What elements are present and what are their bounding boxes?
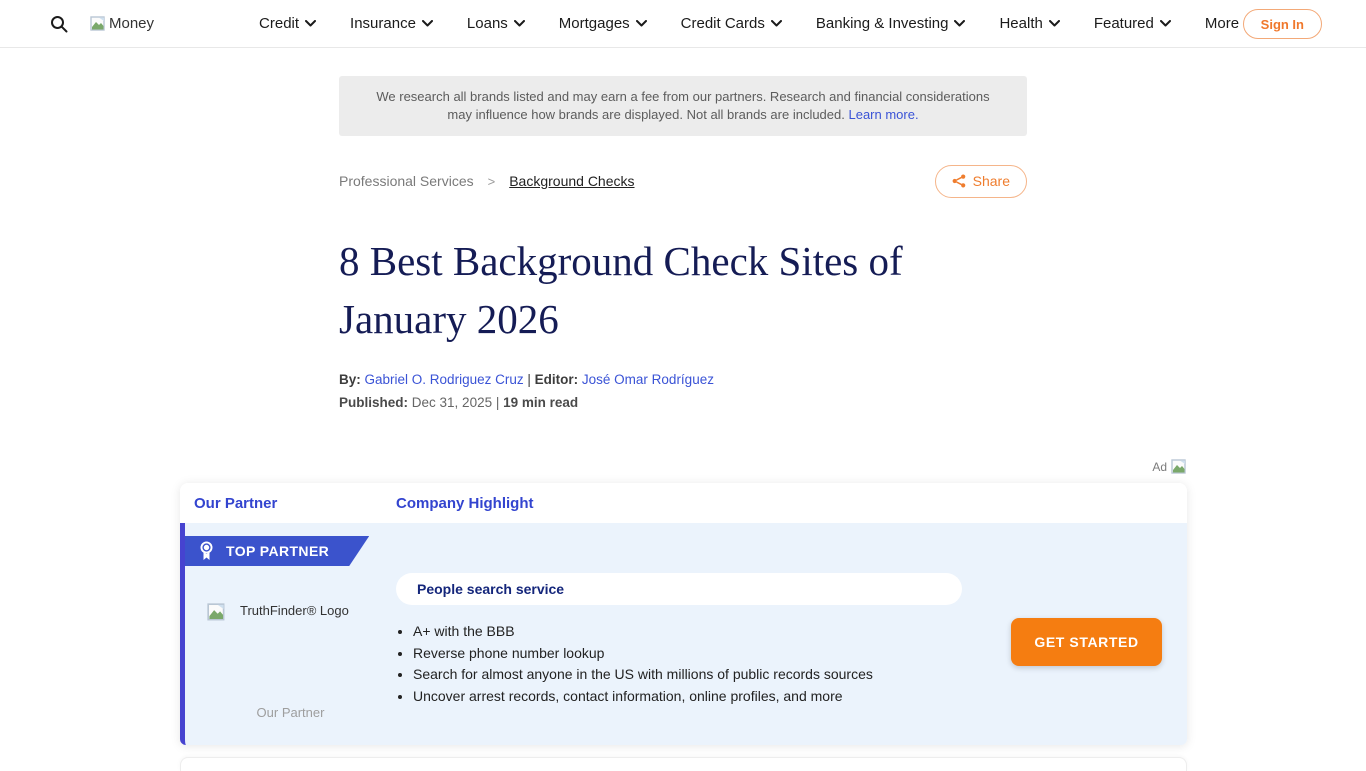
breadcrumb-row: Professional Services > Background Check… <box>339 164 1027 198</box>
partner-card-body: TOP PARTNER TruthFinder® Logo Our Partne… <box>180 523 1187 745</box>
search-icon <box>50 15 68 33</box>
nav-item-mortgages[interactable]: Mortgages <box>559 15 647 32</box>
highlight-bullet-list: A+ with the BBB Reverse phone number loo… <box>413 624 1063 710</box>
get-started-button[interactable]: GET STARTED <box>1011 618 1162 666</box>
our-partner-column-header: Our Partner <box>194 495 396 512</box>
nav-item-loans[interactable]: Loans <box>467 15 525 32</box>
company-highlight-column-header: Company Highlight <box>396 495 534 512</box>
nav-item-featured[interactable]: Featured <box>1094 15 1171 32</box>
partner-caption: Our Partner <box>185 705 396 720</box>
money-logo[interactable]: Money <box>90 15 154 32</box>
next-card-top-edge <box>180 757 1187 771</box>
breadcrumb-current[interactable]: Background Checks <box>509 173 634 189</box>
editor-link[interactable]: José Omar Rodríguez <box>582 372 714 387</box>
chevron-down-icon <box>771 20 782 27</box>
company-highlight-pill: People search service <box>396 573 962 605</box>
partner-logo[interactable]: TruthFinder® Logo <box>207 603 349 622</box>
partner-card: Our Partner Company Highlight TOP PARTNE… <box>180 483 1187 745</box>
highlight-bullet: Reverse phone number lookup <box>413 646 1063 661</box>
chevron-down-icon <box>514 20 525 27</box>
page-title: 8 Best Background Check Sites of January… <box>339 232 1039 348</box>
published-line: Published: Dec 31, 2025 | 19 min read <box>339 395 1027 410</box>
nav-item-credit[interactable]: Credit <box>259 15 316 32</box>
by-label: By: <box>339 372 361 387</box>
chevron-down-icon <box>954 20 965 27</box>
partner-logo-alt-text: TruthFinder® Logo <box>240 603 349 618</box>
share-button[interactable]: Share <box>935 165 1027 198</box>
published-label: Published: <box>339 395 408 410</box>
highlight-bullet: Search for almost anyone in the US with … <box>413 667 1063 682</box>
logo-alt-text: Money <box>109 15 154 32</box>
share-icon <box>952 174 966 188</box>
ribbon-icon <box>199 541 214 561</box>
breadcrumb-parent[interactable]: Professional Services <box>339 173 474 189</box>
byline: By: Gabriel O. Rodriguez Cruz | Editor: … <box>339 372 1027 387</box>
affiliate-disclaimer: We research all brands listed and may ea… <box>339 76 1027 136</box>
sign-in-button[interactable]: Sign In <box>1243 9 1322 39</box>
chevron-down-icon <box>305 20 316 27</box>
chevron-down-icon <box>1049 20 1060 27</box>
top-partner-label: TOP PARTNER <box>226 543 329 559</box>
ad-label: Ad <box>1152 460 1167 474</box>
nav-item-insurance[interactable]: Insurance <box>350 15 433 32</box>
main-nav: Credit Insurance Loans Mortgages Credit … <box>259 15 1256 32</box>
partner-card-header: Our Partner Company Highlight <box>180 483 1187 523</box>
read-time: 19 min read <box>503 395 578 410</box>
chevron-down-icon <box>422 20 433 27</box>
nav-item-credit-cards[interactable]: Credit Cards <box>681 15 782 32</box>
nav-item-banking-investing[interactable]: Banking & Investing <box>816 15 966 32</box>
top-partner-banner: TOP PARTNER <box>185 536 369 566</box>
breadcrumb-separator: > <box>488 174 496 189</box>
highlight-bullet: A+ with the BBB <box>413 624 1063 639</box>
broken-image-icon <box>207 603 226 622</box>
learn-more-link[interactable]: Learn more. <box>848 107 918 122</box>
editor-label: Editor: <box>535 372 579 387</box>
share-label: Share <box>973 173 1010 189</box>
chevron-down-icon <box>636 20 647 27</box>
broken-image-icon <box>1171 459 1187 475</box>
search-button[interactable] <box>50 15 68 33</box>
ad-row: Ad <box>180 458 1187 476</box>
nav-item-health[interactable]: Health <box>999 15 1059 32</box>
published-date: Dec 31, 2025 <box>412 395 492 410</box>
broken-image-icon <box>90 16 106 32</box>
highlight-bullet: Uncover arrest records, contact informat… <box>413 689 1063 704</box>
top-nav-bar: Money Credit Insurance Loans Mortgages C… <box>0 0 1366 48</box>
disclaimer-text: We research all brands listed and may ea… <box>365 88 1001 124</box>
chevron-down-icon <box>1160 20 1171 27</box>
author-link[interactable]: Gabriel O. Rodriguez Cruz <box>365 372 524 387</box>
